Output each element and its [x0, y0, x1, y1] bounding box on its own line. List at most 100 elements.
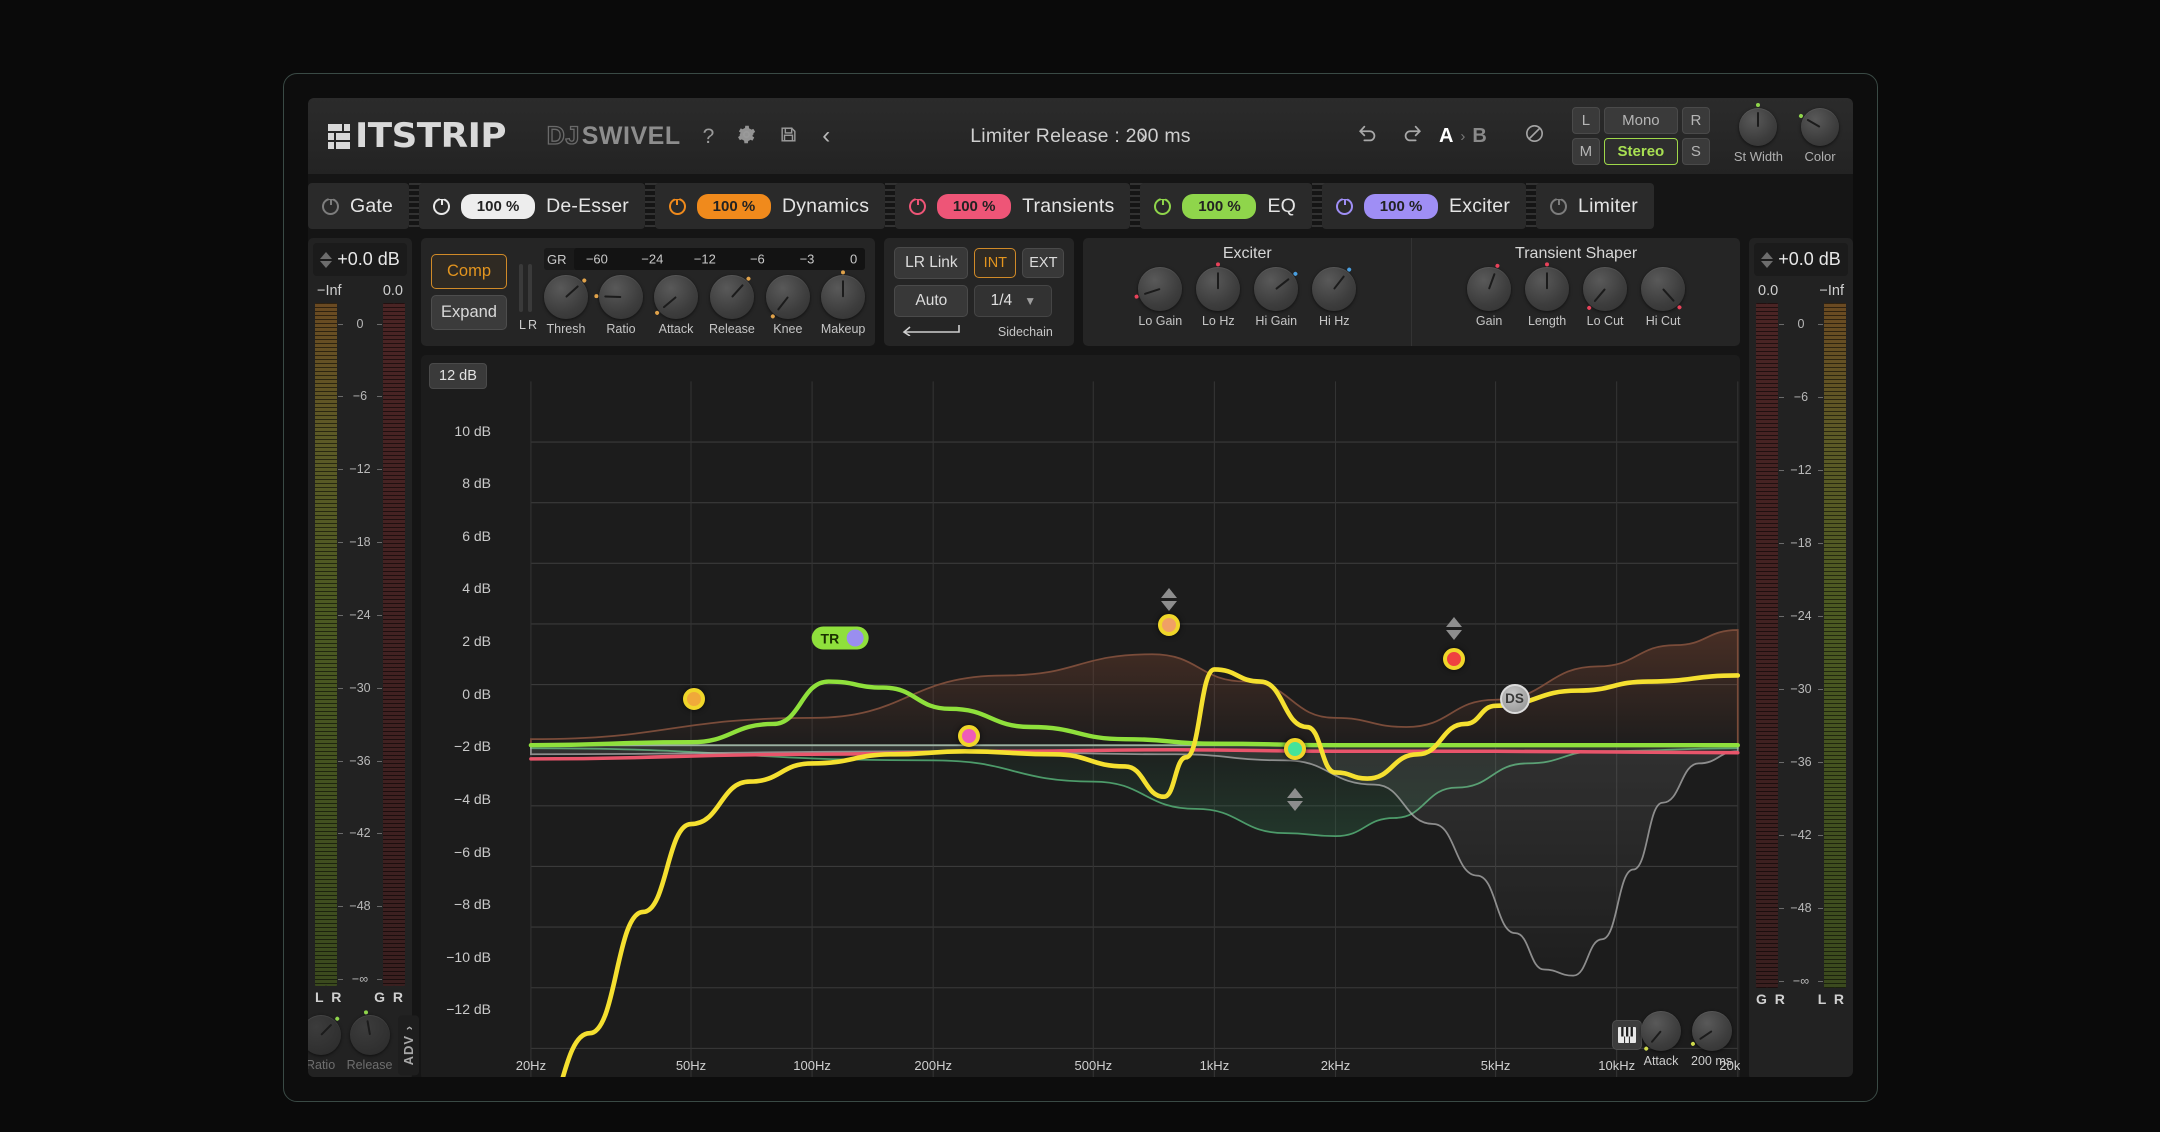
gate-release-knob[interactable]: Release	[347, 1009, 392, 1072]
gate-ratio-dial[interactable]	[308, 1014, 341, 1055]
dynamics-knee-knob[interactable]: Knee	[765, 275, 810, 336]
output-gain-control[interactable]: +0.0 dB	[1754, 243, 1848, 276]
input-gain-control[interactable]: +0.0 dB	[313, 243, 407, 276]
sidechain-int-button[interactable]: INT	[974, 248, 1017, 278]
channel-button-r[interactable]: R	[1681, 107, 1710, 134]
dynamics-mix-value[interactable]: 100 %	[696, 193, 771, 219]
eq-graph[interactable]: 12 dB Attack 200 ms 10 dB 8 dB 6 dB 4 dB…	[421, 355, 1740, 1077]
dynamics-attack-knob[interactable]: Attack	[654, 275, 698, 336]
exciter-hi-hz-knob[interactable]: Hi Hz	[1312, 266, 1357, 328]
advanced-panel-tab[interactable]: ADV ›	[398, 1014, 420, 1075]
eq-mix-value[interactable]: 100 %	[1182, 193, 1257, 219]
eq-node-high-mid-cut[interactable]	[1283, 737, 1306, 760]
color-knob-dial[interactable]	[1798, 108, 1839, 146]
dynamics-makeup-knob[interactable]: Makeup	[821, 270, 866, 336]
dynamics-knee-dial[interactable]	[765, 275, 810, 320]
input-gain-value[interactable]: +0.0 dB	[337, 249, 400, 270]
transients-power-icon[interactable]	[909, 197, 927, 215]
limiter-release-knob[interactable]: 200 ms	[1689, 1011, 1732, 1068]
eq-node-mid-boost[interactable]	[1158, 614, 1181, 637]
dynamics-thresh-knob[interactable]: Thresh	[544, 275, 588, 336]
prev-preset-button[interactable]: ‹	[818, 122, 834, 150]
lr-link-button[interactable]: LR Link	[894, 247, 969, 279]
st-width-knob[interactable]: St Width	[1734, 103, 1783, 164]
channel-button-mono[interactable]: Mono	[1603, 107, 1678, 134]
ab-slot-b-button[interactable]: B	[1472, 125, 1486, 148]
exciter-lo-gain-knob[interactable]: Lo Gain	[1134, 267, 1183, 328]
channel-button-l[interactable]: L	[1571, 107, 1600, 134]
module-eq[interactable]: 100 % EQ	[1140, 183, 1313, 229]
dynamics-ratio-dial[interactable]	[594, 275, 643, 319]
module-gate[interactable]: Gate	[308, 183, 410, 229]
input-gain-stepper[interactable]	[320, 251, 333, 268]
auto-button[interactable]: Auto	[894, 285, 969, 317]
module-limiter[interactable]: Limiter	[1536, 183, 1654, 229]
de-esser-power-icon[interactable]	[433, 197, 451, 215]
ab-slot-a-button[interactable]: A	[1439, 125, 1453, 148]
eq-power-icon[interactable]	[1154, 197, 1172, 215]
transient-hi-cut-knob[interactable]: Hi Cut	[1641, 267, 1686, 328]
eq-node-low-mid-cut[interactable]	[958, 724, 981, 747]
expand-mode-button[interactable]: Expand	[431, 295, 507, 330]
module-dynamics[interactable]: 100 % Dynamics	[654, 183, 886, 229]
exciter-lo-gain-dial[interactable]	[1134, 267, 1183, 311]
exciter-hi-gain-knob[interactable]: Hi Gain	[1254, 267, 1299, 328]
limiter-power-icon[interactable]	[1550, 197, 1568, 215]
eq-q-handle-high-mid-cut[interactable]	[1286, 788, 1303, 812]
ab-copy-arrow-icon[interactable]: ›	[1460, 128, 1465, 145]
gate-release-dial[interactable]	[349, 1009, 390, 1055]
undo-arrow-icon[interactable]	[1357, 123, 1379, 149]
dynamics-power-icon[interactable]	[668, 197, 686, 215]
transient-hi-cut-dial[interactable]	[1641, 267, 1686, 311]
graph-range-badge[interactable]: 12 dB	[429, 363, 487, 389]
eq-q-handle-mid-boost[interactable]	[1161, 588, 1178, 612]
transient-length-knob[interactable]: Length	[1525, 262, 1570, 328]
transients-mix-value[interactable]: 100 %	[937, 193, 1012, 219]
eq-node-low-shelf[interactable]	[682, 687, 705, 710]
question-mark-icon[interactable]: ?	[703, 126, 715, 147]
dynamics-makeup-dial[interactable]	[821, 270, 866, 319]
exciter-lo-hz-knob[interactable]: Lo Hz	[1196, 262, 1241, 328]
output-gain-value[interactable]: +0.0 dB	[1778, 249, 1841, 270]
eq-node-transient[interactable]: TR	[811, 626, 869, 650]
color-knob[interactable]: Color	[1798, 108, 1839, 164]
limiter-release-dial[interactable]	[1689, 1011, 1732, 1051]
channel-button-s[interactable]: S	[1681, 138, 1710, 165]
transient-gain-knob[interactable]: Gain	[1467, 263, 1512, 328]
gate-power-icon[interactable]	[322, 197, 339, 215]
de-esser-mix-value[interactable]: 100 %	[461, 193, 536, 219]
exciter-mix-value[interactable]: 100 %	[1364, 193, 1439, 219]
dynamics-attack-dial[interactable]	[654, 275, 698, 319]
eq-node-transient-handle[interactable]	[846, 629, 864, 647]
dynamics-release-dial[interactable]	[709, 275, 754, 319]
sidechain-ext-button[interactable]: EXT	[1022, 248, 1065, 278]
transient-lo-cut-dial[interactable]	[1583, 267, 1628, 311]
channel-button-stereo[interactable]: Stereo	[1603, 138, 1678, 165]
long-left-arrow-icon[interactable]	[894, 323, 968, 340]
limiter-attack-dial[interactable]	[1641, 1011, 1681, 1052]
sidechain-division-select[interactable]: 1/4 ▼	[974, 285, 1053, 317]
module-de-esser[interactable]: 100 % De-Esser	[419, 183, 645, 229]
limiter-attack-knob[interactable]: Attack	[1641, 1011, 1681, 1068]
gate-ratio-knob[interactable]: Ratio	[308, 1014, 341, 1072]
redo-arrow-icon[interactable]	[1401, 123, 1423, 149]
transient-lo-cut-knob[interactable]: Lo Cut	[1583, 267, 1628, 328]
transient-gain-dial[interactable]	[1467, 263, 1512, 311]
eq-node-high-shelf[interactable]	[1443, 648, 1466, 671]
eq-node-de-esser[interactable]: DS	[1499, 683, 1530, 714]
exciter-hi-hz-dial[interactable]	[1312, 266, 1357, 311]
exciter-hi-gain-dial[interactable]	[1254, 267, 1299, 311]
module-exciter[interactable]: 100 % Exciter	[1322, 183, 1527, 229]
eq-q-handle-high-shelf[interactable]	[1446, 617, 1463, 641]
gear-icon[interactable]	[736, 124, 757, 149]
module-transients[interactable]: 100 % Transients	[895, 183, 1131, 229]
piano-keyboard-icon[interactable]	[1612, 1020, 1642, 1050]
dynamics-release-knob[interactable]: Release	[709, 275, 755, 336]
dynamics-ratio-knob[interactable]: Ratio	[594, 275, 643, 336]
phase-invert-icon[interactable]	[1523, 122, 1546, 151]
exciter-power-icon[interactable]	[1336, 197, 1354, 215]
transient-length-dial[interactable]	[1525, 262, 1570, 311]
channel-button-m[interactable]: M	[1571, 138, 1600, 165]
output-gain-stepper[interactable]	[1761, 251, 1774, 268]
save-disk-icon[interactable]	[779, 125, 798, 148]
